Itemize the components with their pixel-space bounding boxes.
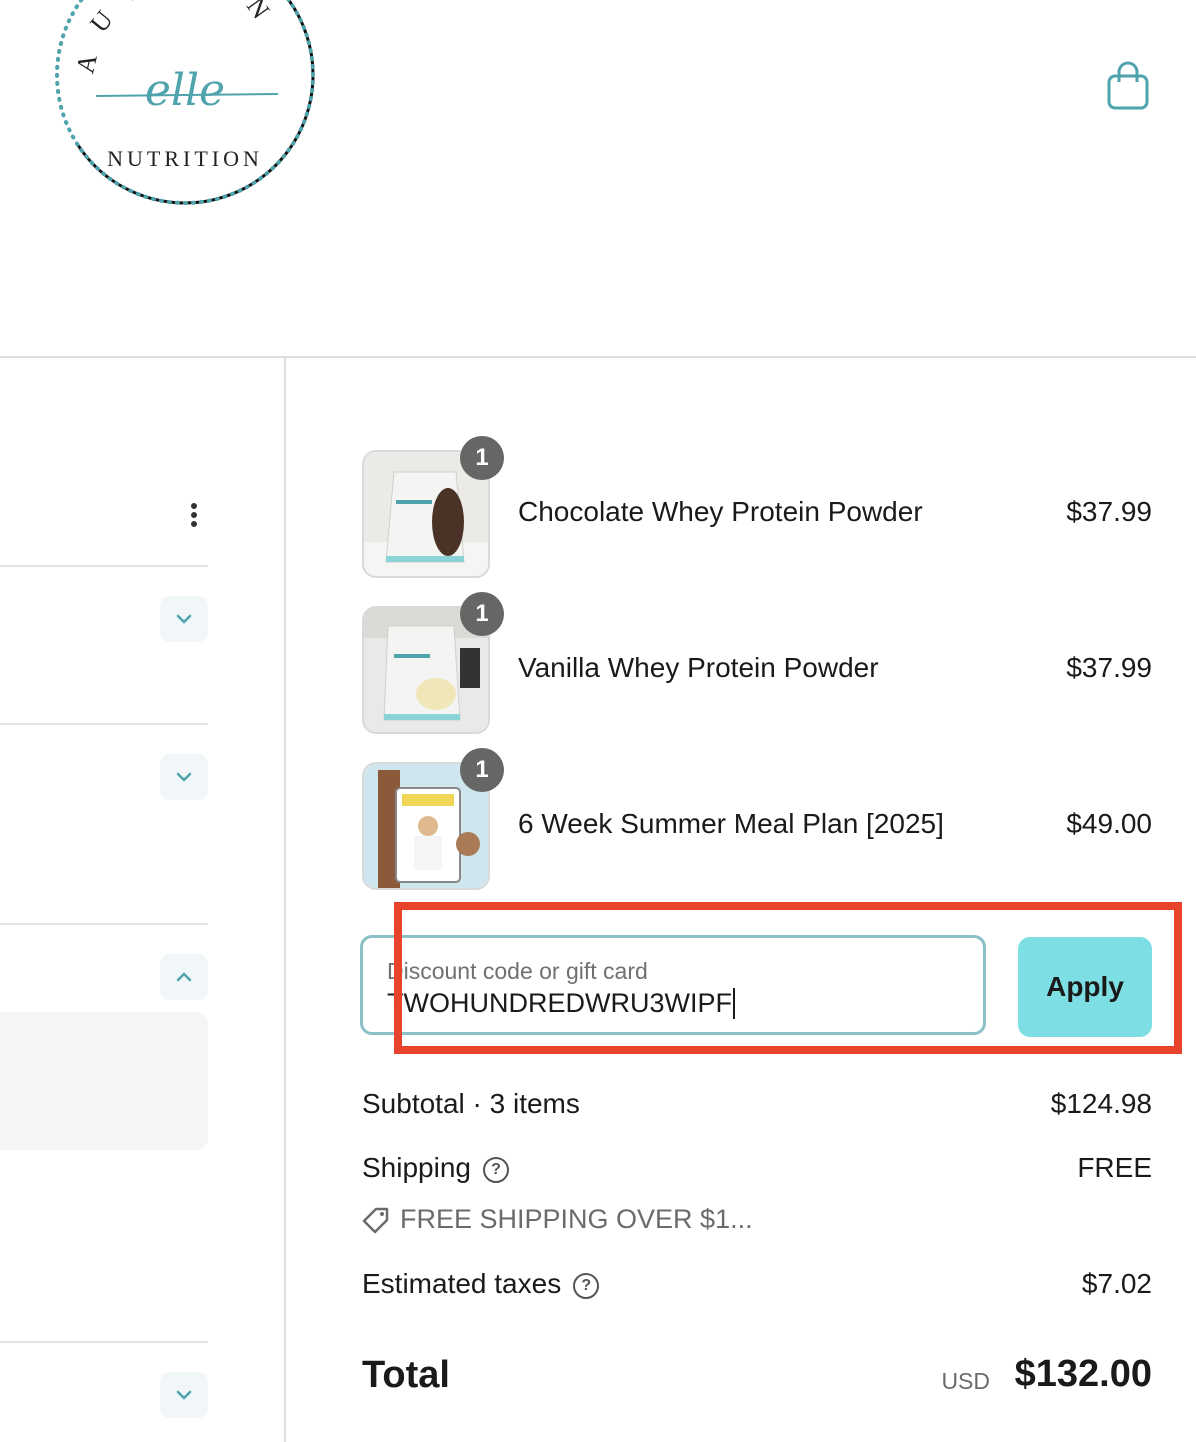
chevron-up-icon[interactable] bbox=[160, 954, 208, 1000]
promo-text: FREE SHIPPING OVER $1... bbox=[400, 1204, 753, 1234]
total-label: Total bbox=[362, 1354, 450, 1396]
section-divider bbox=[0, 565, 208, 567]
chevron-down-icon[interactable] bbox=[160, 1372, 208, 1418]
logo-script-text: elle bbox=[145, 65, 225, 116]
kebab-menu-icon[interactable] bbox=[182, 500, 206, 534]
brand-logo[interactable]: AUTUMN elle NUTRITION bbox=[40, 0, 330, 220]
help-icon[interactable]: ? bbox=[573, 1273, 600, 1299]
quantity-badge: 1 bbox=[460, 592, 504, 636]
item-price: $37.99 bbox=[1066, 652, 1152, 683]
taxes-row: Estimated taxes? $7.02 bbox=[362, 1268, 1152, 1300]
item-name: 6 Week Summer Meal Plan [2025] bbox=[518, 808, 944, 839]
column-divider bbox=[284, 358, 286, 1442]
tag-icon bbox=[362, 1207, 389, 1233]
item-price: $37.99 bbox=[1066, 496, 1152, 527]
line-item: 1 Chocolate Whey Protein Powder $37.99 bbox=[362, 436, 1152, 578]
chevron-down-icon[interactable] bbox=[160, 596, 208, 642]
expanded-section-panel bbox=[0, 1012, 208, 1150]
item-name: Vanilla Whey Protein Powder bbox=[518, 652, 879, 683]
promo-tag: FREE SHIPPING OVER $1... bbox=[362, 1204, 753, 1235]
total-currency: USD bbox=[941, 1368, 990, 1394]
line-item: 1 6 Week Summer Meal Plan [2025] $49.00 bbox=[362, 748, 1152, 890]
taxes-value: $7.02 bbox=[1081, 1268, 1152, 1299]
logo-bottom-text: NUTRITION bbox=[107, 146, 263, 171]
header-divider bbox=[0, 356, 1196, 358]
quantity-badge: 1 bbox=[460, 436, 504, 480]
shipping-row: Shipping? FREE bbox=[362, 1152, 1152, 1184]
chevron-down-icon[interactable] bbox=[160, 754, 208, 800]
help-icon[interactable]: ? bbox=[482, 1157, 509, 1183]
item-price: $49.00 bbox=[1066, 808, 1152, 839]
total-amount: $132.00 bbox=[1014, 1353, 1152, 1395]
line-item: 1 Vanilla Whey Protein Powder $37.99 bbox=[362, 592, 1152, 734]
item-name: Chocolate Whey Protein Powder bbox=[518, 496, 923, 527]
shopping-bag-icon[interactable] bbox=[1104, 60, 1152, 112]
subtotal-row: Subtotal · 3 items $124.98 bbox=[362, 1088, 1152, 1120]
shipping-label: Shipping bbox=[362, 1152, 471, 1183]
shipping-value: FREE bbox=[1077, 1152, 1152, 1183]
subtotal-label: Subtotal · 3 items bbox=[362, 1088, 580, 1119]
quantity-badge: 1 bbox=[460, 748, 504, 792]
section-divider bbox=[0, 1341, 208, 1343]
subtotal-value: $124.98 bbox=[1050, 1088, 1152, 1119]
annotation-highlight-box bbox=[394, 902, 1182, 1054]
taxes-label: Estimated taxes bbox=[362, 1268, 562, 1299]
section-divider bbox=[0, 923, 208, 925]
section-divider bbox=[0, 723, 208, 725]
